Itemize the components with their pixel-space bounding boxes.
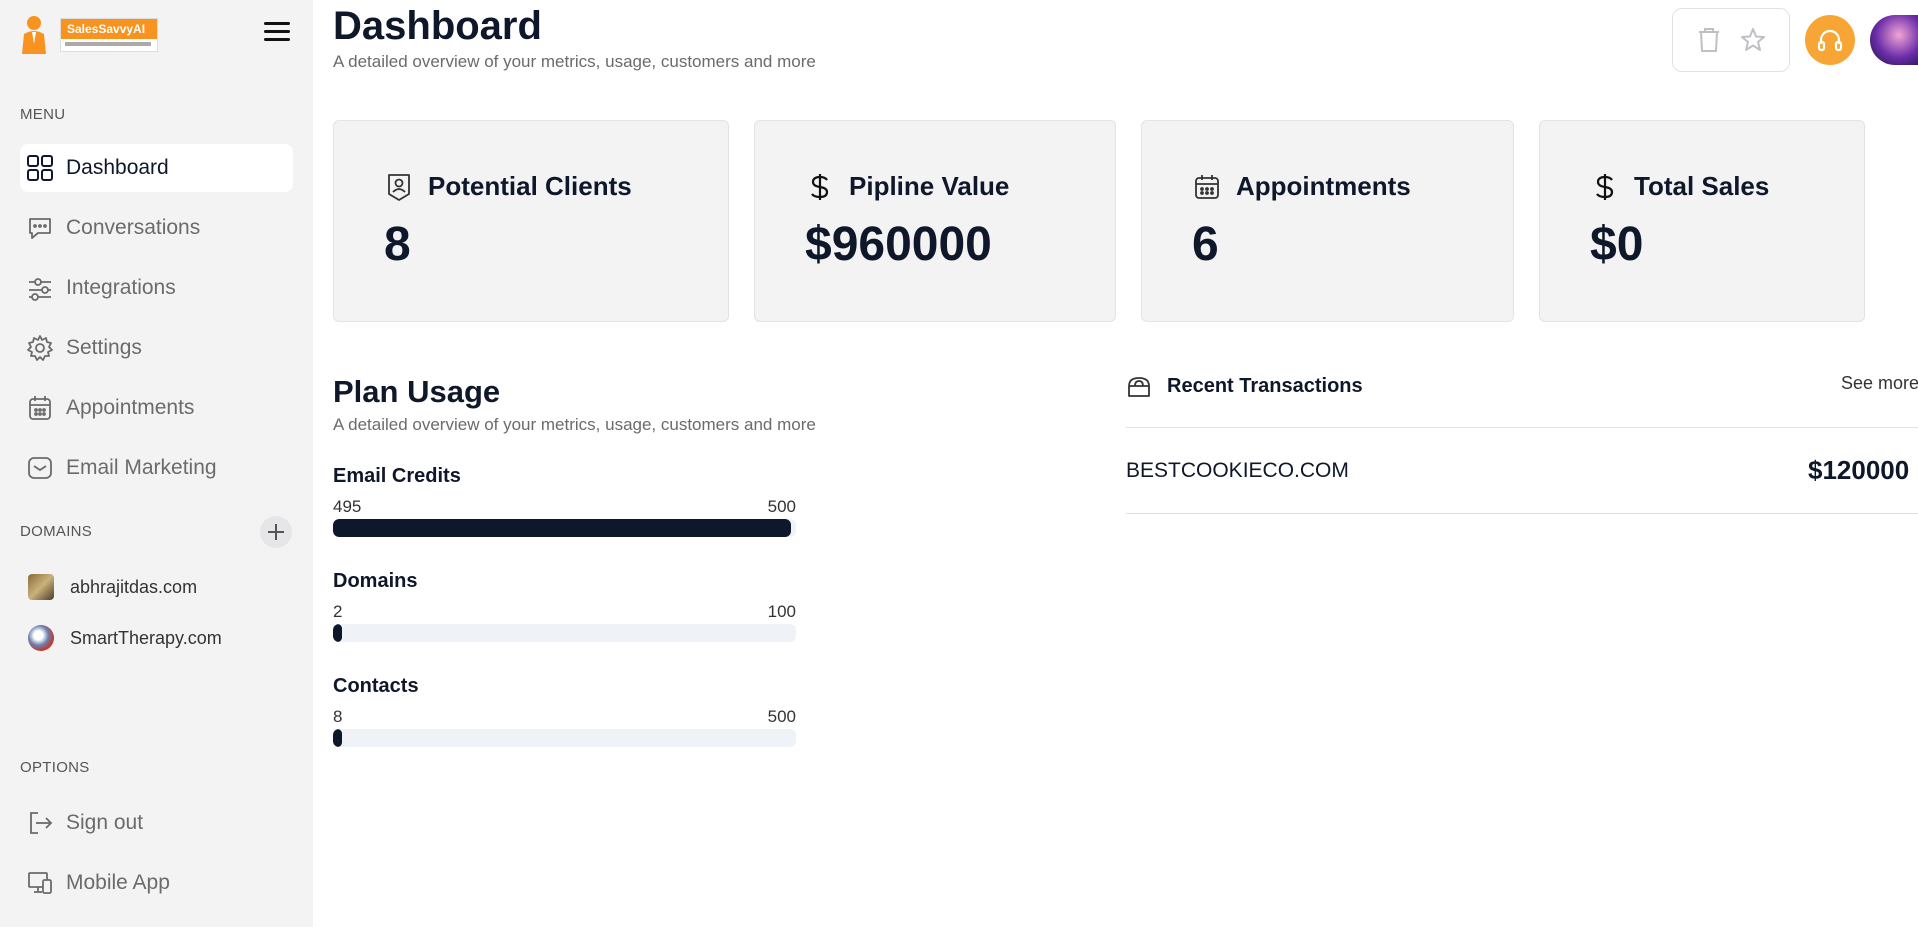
usage-domains: Domains 2 100 (333, 570, 796, 642)
stat-value: 8 (384, 218, 411, 271)
options-section-label: OPTIONS (20, 759, 90, 776)
stat-label: Potential Clients (428, 171, 632, 201)
domain-label: SmartTherapy.com (70, 627, 222, 648)
dollar-icon (1590, 172, 1620, 202)
plan-usage-subtitle: A detailed overview of your metrics, usa… (333, 415, 816, 434)
usage-used: 2 (333, 602, 343, 621)
stat-label: Appointments (1236, 171, 1411, 201)
chat-icon (26, 214, 54, 242)
sign-out-icon (26, 809, 54, 837)
stat-card-pipeline-value: Pipline Value $960000 (754, 120, 1116, 322)
header-toolbar (1672, 8, 1790, 72)
hamburger-line (264, 38, 290, 41)
support-button[interactable] (1805, 15, 1855, 65)
favorite-button[interactable] (1738, 25, 1768, 55)
recent-transactions-title: Recent Transactions (1167, 375, 1363, 397)
stat-card-appointments: Appointments 6 (1141, 120, 1514, 322)
usage-email-credits: Email Credits 495 500 (333, 465, 796, 537)
stat-value: $0 (1590, 218, 1644, 271)
sidebar-item-label: Sign out (66, 811, 144, 834)
usage-progress-bar (333, 624, 796, 642)
domain-favicon (28, 574, 54, 600)
trash-icon (1699, 28, 1719, 52)
usage-name: Email Credits (333, 465, 461, 487)
sidebar: SalesSavvyAI MENU Dashboard Conversation… (0, 0, 313, 927)
sign-out-button[interactable]: Sign out (20, 799, 293, 847)
page-subtitle: A detailed overview of your metrics, usa… (333, 52, 816, 71)
delete-button[interactable] (1694, 25, 1724, 55)
shopping-bag-icon (1128, 377, 1150, 397)
see-more-link[interactable]: See more (1841, 373, 1918, 394)
usage-total: 500 (767, 497, 796, 516)
usage-contacts: Contacts 8 500 (333, 675, 796, 747)
page-title: Dashboard (333, 4, 542, 48)
calendar-icon (1192, 172, 1222, 202)
logo-tagline-line (65, 42, 151, 46)
brand-name: SalesSavvyAI (61, 19, 157, 39)
stat-label: Pipline Value (849, 171, 1010, 201)
sidebar-item-integrations[interactable]: Integrations (20, 264, 293, 312)
logo-person-icon (22, 16, 46, 54)
usage-progress-fill (333, 729, 343, 747)
menu-toggle-button[interactable] (264, 22, 290, 44)
stat-value: $960000 (805, 218, 992, 271)
stat-card-potential-clients: Potential Clients 8 (333, 120, 729, 322)
sidebar-item-label: Dashboard (66, 156, 169, 179)
brand-logo[interactable]: SalesSavvyAI (20, 14, 158, 54)
divider (1126, 427, 1918, 428)
logo-wordmark: SalesSavvyAI (60, 18, 158, 52)
sidebar-item-label: Settings (66, 336, 142, 359)
transaction-amount: $120000 (1808, 455, 1910, 485)
stat-value: 6 (1192, 218, 1219, 271)
sidebar-item-dashboard[interactable]: Dashboard (20, 144, 293, 192)
stat-card-total-sales: Total Sales $0 (1539, 120, 1865, 322)
domains-section-label: DOMAINS (20, 523, 93, 540)
mobile-app-button[interactable]: Mobile App (20, 859, 293, 907)
usage-progress-fill (333, 624, 343, 642)
calendar-icon (26, 394, 54, 422)
usage-progress-bar (333, 519, 796, 537)
usage-total: 500 (767, 707, 796, 726)
user-badge-icon (384, 172, 414, 202)
domain-item-smarttherapy[interactable]: SmartTherapy.com (28, 622, 222, 654)
add-domain-button[interactable] (260, 516, 292, 548)
star-icon (1741, 28, 1765, 51)
user-avatar[interactable] (1870, 15, 1918, 65)
usage-used: 8 (333, 707, 343, 726)
domain-label: abhrajitdas.com (70, 576, 198, 597)
plus-icon (268, 524, 284, 540)
sidebar-item-conversations[interactable]: Conversations (20, 204, 293, 252)
usage-used: 495 (333, 497, 362, 516)
domain-favicon (28, 625, 54, 651)
grid-icon (26, 154, 54, 182)
usage-progress-fill (333, 519, 792, 537)
usage-total: 100 (767, 602, 796, 621)
transaction-name: BESTCOOKIECO.COM (1126, 459, 1349, 482)
plan-usage-title: Plan Usage (333, 374, 501, 409)
sidebar-item-label: Email Marketing (66, 456, 217, 479)
transaction-row[interactable]: BESTCOOKIECO.COM $120000 (1126, 455, 1918, 491)
sidebar-item-label: Integrations (66, 276, 176, 299)
mail-icon (26, 454, 54, 482)
usage-name: Domains (333, 570, 418, 592)
hamburger-line (264, 30, 290, 33)
sidebar-item-label: Mobile App (66, 871, 170, 894)
stat-label: Total Sales (1634, 171, 1770, 201)
devices-icon (26, 869, 54, 897)
sidebar-item-settings[interactable]: Settings (20, 324, 293, 372)
usage-name: Contacts (333, 675, 419, 697)
sidebar-item-appointments[interactable]: Appointments (20, 384, 293, 432)
sidebar-item-email-marketing[interactable]: Email Marketing (20, 444, 293, 492)
menu-section-label: MENU (20, 106, 66, 123)
dollar-icon (805, 172, 835, 202)
sliders-icon (26, 274, 54, 302)
hamburger-line (264, 22, 290, 25)
sidebar-item-label: Appointments (66, 396, 195, 419)
usage-progress-bar (333, 729, 796, 747)
headphones-icon (1817, 29, 1843, 52)
gear-icon (26, 334, 54, 362)
sidebar-item-label: Conversations (66, 216, 201, 239)
domain-item-abhrajitdas[interactable]: abhrajitdas.com (28, 571, 197, 603)
divider (1126, 513, 1918, 514)
